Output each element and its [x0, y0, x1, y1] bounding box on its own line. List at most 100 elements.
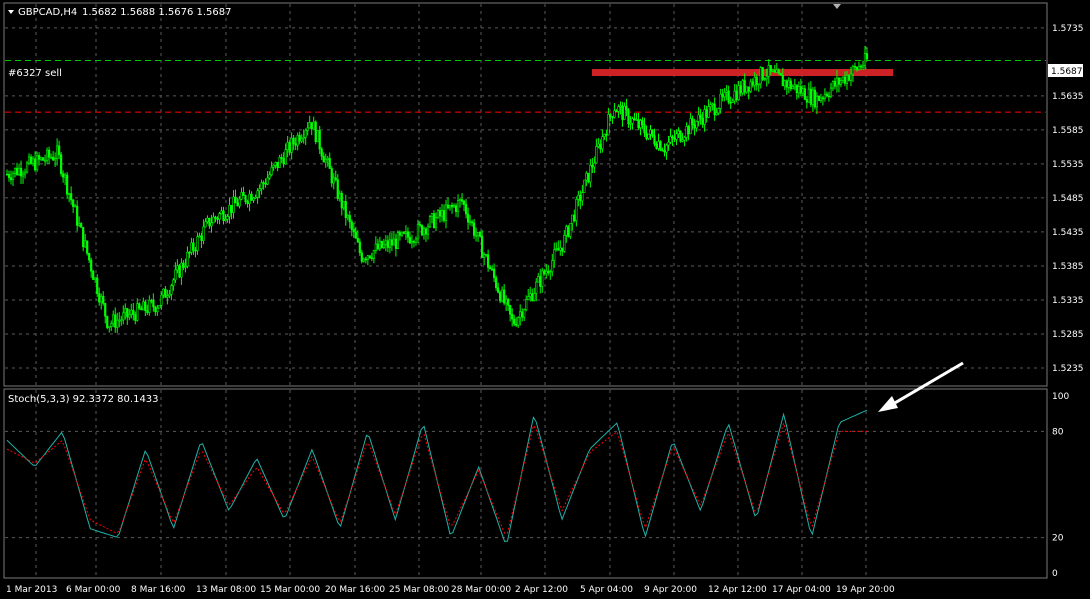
candle-body [567, 226, 570, 237]
candle-body [318, 130, 321, 150]
candle-body [400, 231, 404, 236]
candle-body [9, 177, 13, 180]
candle-body [316, 130, 319, 143]
candle-body [136, 303, 139, 321]
candle-body [140, 307, 143, 311]
candle-body [98, 293, 101, 303]
candle-body [226, 216, 229, 220]
candle-body [222, 210, 225, 222]
candle-body [563, 235, 566, 252]
candle-body [130, 309, 133, 315]
candle-body [404, 231, 408, 234]
current-price-label: 1.5687 [1051, 67, 1083, 77]
candle-body [489, 267, 492, 270]
candle-body [356, 237, 359, 243]
candle-body [290, 137, 293, 153]
candle-body [122, 312, 125, 321]
order-label: #6327 sell [8, 68, 62, 79]
candle-body [717, 108, 720, 114]
candle-body [124, 308, 127, 314]
candle-body [621, 105, 624, 120]
candle-body [675, 133, 678, 140]
candle-body [96, 277, 99, 294]
candle-body [479, 231, 482, 237]
candle-body [408, 237, 412, 244]
candle-body [35, 155, 39, 171]
candle-body [31, 158, 35, 164]
triangle-down-icon[interactable] [8, 10, 14, 14]
candle-body [809, 88, 812, 105]
candle-body [531, 293, 534, 301]
candle-body [703, 109, 706, 125]
candle-body [665, 144, 668, 153]
candle-body [647, 133, 650, 139]
candle-body [663, 150, 666, 153]
candle-body [793, 84, 796, 88]
candle-body [603, 134, 606, 137]
candle-body [164, 288, 167, 298]
time-tick-label: 17 Apr 04:00 [772, 585, 831, 595]
candle-body [611, 116, 614, 118]
candle-body [300, 138, 303, 142]
candle-body [821, 97, 824, 100]
time-tick-label: 25 Mar 08:00 [389, 585, 449, 595]
candle-body [13, 167, 17, 174]
time-tick-label: 5 Apr 04:00 [580, 585, 633, 595]
candle-body [72, 199, 75, 207]
candle-body [865, 53, 869, 60]
time-tick-label: 9 Apr 20:00 [644, 585, 697, 595]
candle-body [743, 80, 746, 93]
candle-body [346, 215, 349, 218]
candle-body [553, 249, 556, 261]
price-tick-label: 1.5735 [1052, 24, 1084, 34]
candle-body [771, 70, 774, 72]
candle-body [689, 118, 692, 135]
candle-body [521, 311, 524, 318]
candle-body [150, 299, 153, 302]
candle-body [773, 70, 776, 73]
candle-body [60, 154, 63, 174]
candle-body [250, 193, 253, 201]
candle-body [74, 205, 77, 208]
candle-body [94, 277, 97, 280]
candle-body [491, 268, 494, 271]
candle-body [326, 158, 329, 160]
candle-body [751, 81, 754, 86]
candle-body [202, 226, 205, 241]
candle-body [757, 83, 760, 86]
candle-body [539, 276, 542, 287]
candle-body [204, 221, 207, 228]
candle-body [146, 310, 149, 313]
candle-body [505, 298, 508, 304]
candle-body [767, 65, 770, 77]
candle-body [460, 199, 464, 202]
candle-body [25, 162, 29, 173]
candle-body [811, 89, 814, 105]
grid-lines [5, 4, 1046, 577]
candle-body [509, 304, 512, 315]
candle-body [655, 143, 658, 149]
candle-body [555, 248, 558, 250]
candle-body [741, 80, 744, 94]
candle-body [110, 323, 113, 327]
stoch-tick-label: 100 [1052, 392, 1069, 402]
candle-body [282, 158, 285, 165]
candle-body [615, 110, 618, 113]
candle-body [312, 121, 315, 130]
candle-body [208, 217, 211, 227]
candle-body [823, 93, 827, 99]
candle-body [571, 214, 574, 224]
time-axis: 1 Mar 2013 6 Mar 00:00 8 Mar 16:00 13 Mar 0… [6, 585, 895, 595]
candle-body [683, 137, 686, 141]
candle-body [456, 200, 460, 212]
candle-body [68, 193, 71, 195]
candle-body [503, 289, 506, 304]
candle-body [43, 159, 47, 162]
candle-body [412, 241, 416, 243]
candle-body [805, 99, 808, 103]
candle-body [236, 202, 239, 207]
trading-chart: 1.5735 1.5635 1.5585 1.5535 1.5485 1.5435 1.53… [3, 2, 1084, 595]
candle-body [144, 301, 147, 311]
candle-body [186, 251, 189, 267]
candle-body [70, 193, 73, 201]
